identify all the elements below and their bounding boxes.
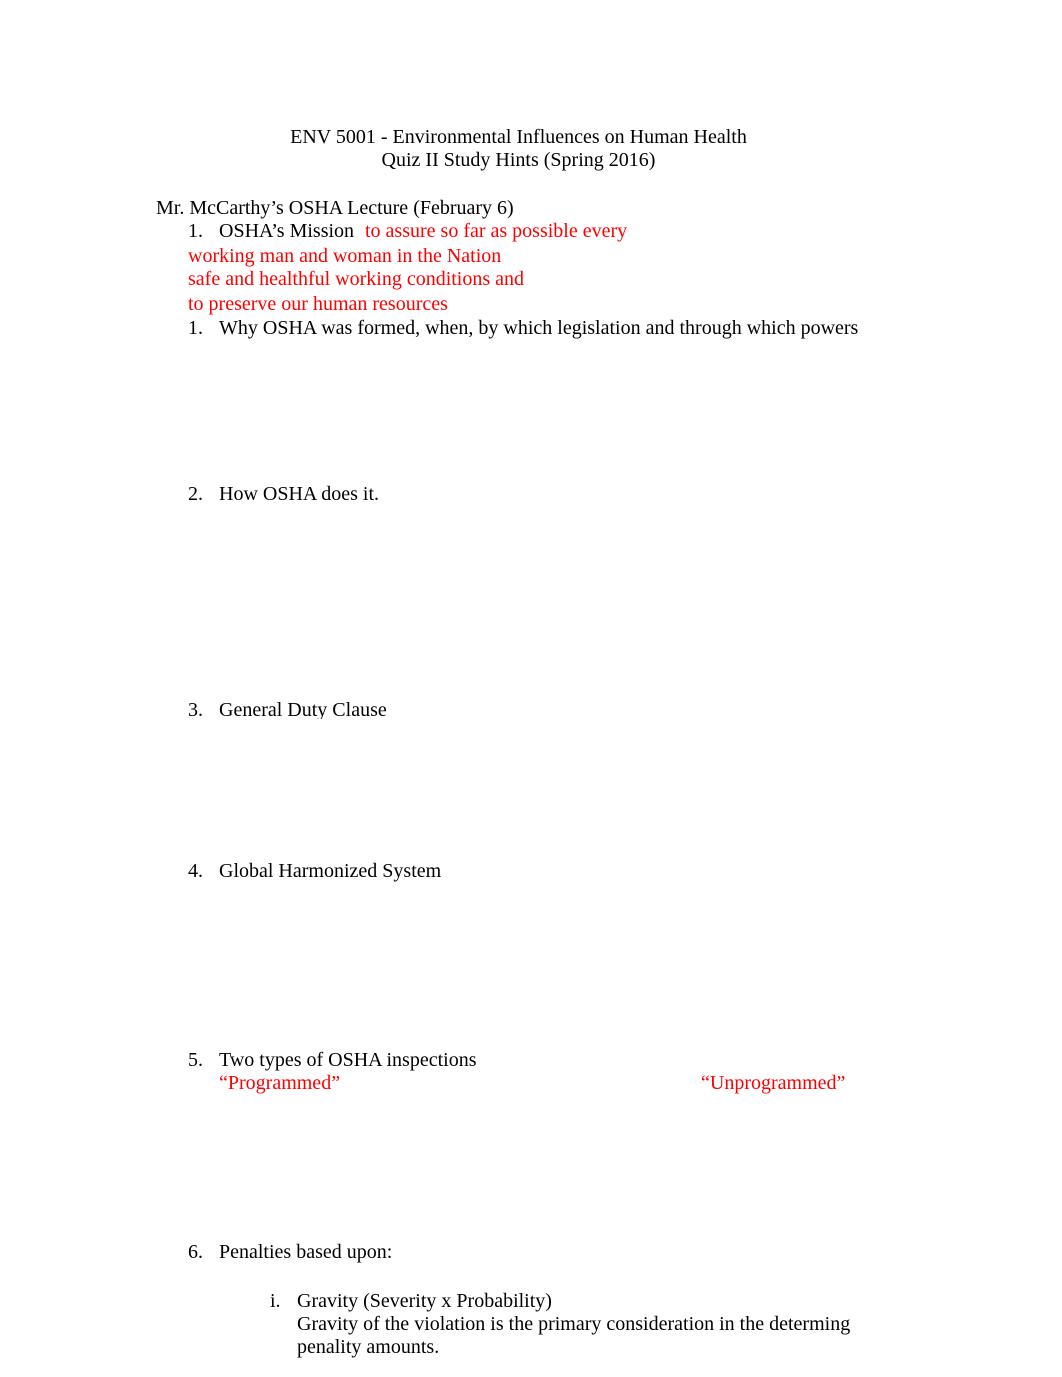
sub-list-item-detail: Gravity of the violation is the primary … (297, 1313, 851, 1335)
mission-answer-line: to preserve our human resources (188, 293, 448, 315)
list-item-text: Two types of OSHA inspections (219, 1049, 477, 1071)
sub-list-item-detail: penality amounts. (297, 1336, 440, 1358)
list-number: 5. (188, 1049, 203, 1071)
list-number: 3. (188, 699, 203, 719)
document-title: ENV 5001 - Environmental Influences on H… (290, 126, 747, 148)
inspection-type-answer: “Unprogrammed” (701, 1072, 846, 1094)
list-item-text: Penalties based upon: (219, 1241, 393, 1263)
inspection-type-answer: “Programmed” (219, 1072, 341, 1094)
list-item-text: Why OSHA was formed, when, by which legi… (219, 317, 859, 339)
list-number: 4. (188, 860, 203, 882)
list-item-text: General Duty Clause (219, 699, 387, 719)
list-item-text: Global Harmonized System (219, 860, 442, 882)
mission-answer-line: to assure so far as possible every (365, 220, 628, 242)
mission-label: OSHA’s Mission (219, 220, 355, 242)
list-number: 1. (188, 317, 203, 339)
sub-list-number: i. (270, 1290, 281, 1312)
list-number: 6. (188, 1241, 203, 1263)
list-number: 1. (188, 220, 203, 242)
section-heading: Mr. McCarthy’s OSHA Lecture (February 6) (156, 197, 514, 219)
mission-answer-line: working man and woman in the Nation (188, 245, 502, 267)
mission-answer-line: safe and healthful working conditions an… (188, 268, 525, 290)
list-item-text: How OSHA does it. (219, 483, 380, 505)
list-number: 2. (188, 483, 203, 505)
document-subtitle: Quiz II Study Hints (Spring 2016) (381, 149, 656, 171)
sub-list-item-text: Gravity (Severity x Probability) (297, 1290, 552, 1312)
